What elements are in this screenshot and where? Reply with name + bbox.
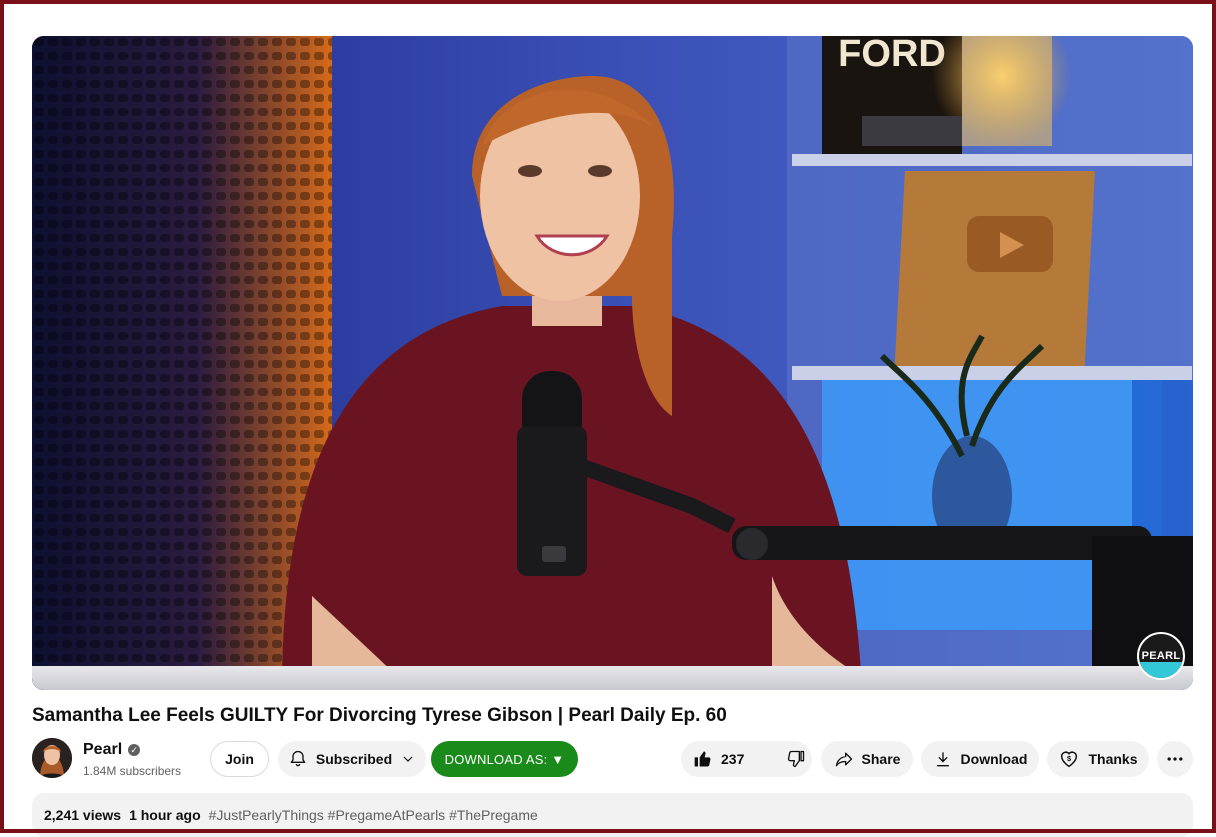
verified-icon: ✓ — [128, 744, 141, 756]
description-box[interactable]: 2,241 views 1 hour ago #JustPearlyThings… — [32, 793, 1193, 837]
subscribed-label: Subscribed — [315, 751, 393, 767]
video-player[interactable]: FORD PEARL — [32, 36, 1193, 690]
download-as-button[interactable]: DOWNLOAD AS: ▼ — [431, 741, 578, 777]
more-horizontal-icon — [1165, 749, 1185, 769]
video-frame: FORD — [32, 36, 1193, 690]
download-button[interactable]: Download — [921, 741, 1039, 777]
channel-name-label: Pearl — [83, 741, 123, 758]
avatar-image — [32, 738, 72, 778]
neon-sign: FORD — [838, 36, 946, 75]
upload-time: 1 hour ago — [129, 807, 201, 823]
share-label: Share — [861, 751, 901, 767]
share-button[interactable]: Share — [821, 741, 913, 777]
bell-icon — [288, 749, 308, 769]
hashtags[interactable]: #JustPearlyThings #PregameAtPearls #TheP… — [209, 807, 538, 823]
channel-avatar[interactable] — [32, 738, 72, 778]
thumbs-up-icon — [693, 749, 713, 769]
share-icon — [834, 749, 854, 769]
heart-dollar-icon: $ — [1058, 748, 1080, 770]
view-count: 2,241 views — [44, 807, 122, 823]
more-actions-button[interactable] — [1157, 741, 1193, 777]
channel-watermark[interactable]: PEARL — [1137, 632, 1185, 680]
thanks-button[interactable]: $ Thanks — [1047, 741, 1149, 777]
chevron-down-icon — [400, 751, 416, 767]
dislike-button[interactable] — [774, 741, 818, 777]
channel-name[interactable]: Pearl ✓ — [83, 741, 141, 759]
watermark-label: PEARL — [1141, 650, 1181, 662]
like-dislike-group: 237 — [681, 741, 812, 777]
download-label: Download — [960, 751, 1028, 767]
download-icon — [933, 749, 953, 769]
thanks-label: Thanks — [1088, 751, 1138, 767]
subscriber-count: 1.84M subscribers — [83, 764, 182, 778]
thumbs-down-icon — [786, 749, 806, 769]
join-button[interactable]: Join — [210, 741, 269, 777]
like-button[interactable]: 237 — [681, 741, 758, 777]
svg-text:$: $ — [1067, 754, 1071, 763]
video-title: Samantha Lee Feels GUILTY For Divorcing … — [32, 705, 727, 726]
subscribed-button[interactable]: Subscribed — [278, 741, 426, 777]
like-count: 237 — [721, 751, 745, 767]
